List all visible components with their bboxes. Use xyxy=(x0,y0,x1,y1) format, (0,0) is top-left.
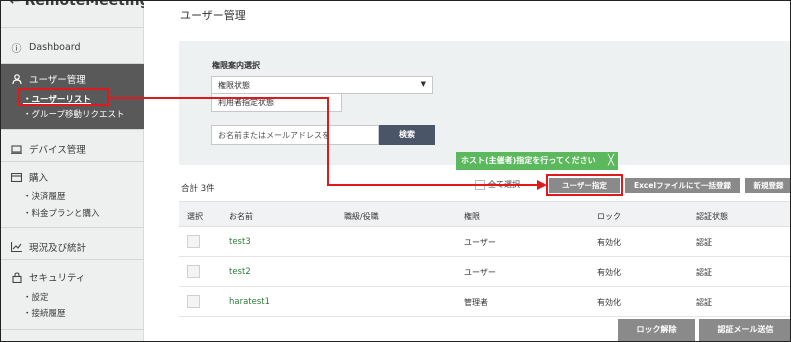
search-input[interactable]: お名前またはメールアドレスを xyxy=(211,125,379,145)
tooltip-text: ホスト(主催者)指定を行ってください xyxy=(461,156,596,165)
total-count: 合計 3件 xyxy=(181,184,215,194)
sidebar-subitem-connection-history[interactable]: ・接続履歴 xyxy=(23,307,66,319)
user-name-link[interactable]: test3 xyxy=(229,237,251,247)
user-auth-status: 認証 xyxy=(696,238,712,247)
highlight-box-user-assign xyxy=(546,174,623,196)
screenshot-frame: ↩ RemoteMeeting ⓘ Dashboard ユーザー管理 ・ユーザーリ… xyxy=(0,0,791,342)
caret-down-icon: ▼ xyxy=(420,80,426,88)
arrowhead-icon xyxy=(537,180,547,190)
excel-bulk-register-button[interactable]: Excelファイルにて一括登録 xyxy=(625,178,740,193)
highlight-box-user-list xyxy=(18,88,109,106)
sidebar-divider xyxy=(1,259,144,260)
sidebar-item-dashboard[interactable]: ⓘ Dashboard xyxy=(11,42,81,55)
table-row[interactable]: haratest1 管理者 有効化 認証 xyxy=(179,287,790,317)
sidebar-item-device-management[interactable]: デバイス管理 xyxy=(11,142,86,156)
send-auth-mail-button[interactable]: 認証メール送信 xyxy=(699,319,790,341)
user-name-link[interactable]: test2 xyxy=(229,267,251,277)
row-checkbox[interactable] xyxy=(187,265,200,278)
sidebar: ↩ RemoteMeeting ⓘ Dashboard ユーザー管理 ・ユーザーリ… xyxy=(1,0,144,341)
user-lock-status: 有効化 xyxy=(597,268,621,277)
sidebar-divider xyxy=(1,129,144,130)
sidebar-item-label: Dashboard xyxy=(29,42,81,53)
table-row[interactable]: test2 ユーザー 有効化 認証 xyxy=(179,257,790,287)
sidebar-subitem-payment-history[interactable]: ・決済履歴 xyxy=(23,190,66,202)
sidebar-item-label: セキュリティ xyxy=(29,273,86,284)
column-header-auth-status: 認証状態 xyxy=(696,212,728,221)
connector-line xyxy=(327,97,329,185)
logo-arrow-icon: ↩ xyxy=(9,0,22,9)
close-icon[interactable]: ╳ xyxy=(608,152,614,170)
table-header: 選択 お名前 職級/役職 権限 ロック 認証状態 xyxy=(179,201,790,227)
device-icon xyxy=(11,144,22,155)
user-name-link[interactable]: haratest1 xyxy=(229,297,270,307)
lock-icon xyxy=(11,271,22,283)
sidebar-divider xyxy=(1,27,144,28)
unlock-button[interactable]: ロック解除 xyxy=(618,319,695,341)
app-logo[interactable]: ↩ RemoteMeeting xyxy=(9,0,144,17)
role-status-select[interactable]: 権限状態 ▼ xyxy=(211,76,433,94)
user-lock-status: 有効化 xyxy=(597,298,621,307)
sidebar-item-purchase[interactable]: 購入 xyxy=(11,170,48,184)
column-header-select: 選択 xyxy=(187,212,203,221)
chart-icon xyxy=(11,242,22,253)
sidebar-divider xyxy=(1,161,144,162)
sidebar-divider xyxy=(1,329,144,330)
column-header-role: 権限 xyxy=(464,212,480,221)
table-row[interactable]: test3 ユーザー 有効化 認証 xyxy=(179,227,790,257)
connector-line xyxy=(109,97,329,99)
sidebar-item-label: ユーザー管理 xyxy=(29,75,86,86)
sidebar-item-statistics[interactable]: 現況及び統計 xyxy=(11,240,86,254)
user-auth-status: 認証 xyxy=(696,298,712,307)
user-lock-status: 有効化 xyxy=(597,238,621,247)
select-value: 権限状態 xyxy=(218,81,250,90)
logo-text: RemoteMeeting xyxy=(24,0,144,9)
connector-line xyxy=(327,184,538,186)
person-icon xyxy=(11,74,22,85)
sidebar-item-user-management[interactable]: ユーザー管理 xyxy=(11,72,86,86)
role-filter-label: 権限案内選択 xyxy=(212,61,260,70)
sidebar-item-security[interactable]: セキュリティ xyxy=(11,270,85,284)
card-icon xyxy=(11,172,22,183)
column-header-name: お名前 xyxy=(229,212,253,221)
column-header-position: 職級/役職 xyxy=(344,212,379,221)
host-assign-tooltip: ホスト(主催者)指定を行ってください ╳ xyxy=(456,152,618,170)
new-register-button[interactable]: 新規登録 xyxy=(745,178,790,193)
row-checkbox[interactable] xyxy=(187,295,200,308)
page-title: ユーザー管理 xyxy=(180,9,246,22)
sidebar-subitem-group-move-request[interactable]: ・グループ移動リクエスト xyxy=(23,108,125,120)
row-checkbox[interactable] xyxy=(187,235,200,248)
sidebar-item-label: 購入 xyxy=(29,173,49,184)
sidebar-subitem-plan-purchase[interactable]: ・料金プランと購入 xyxy=(23,207,100,219)
sidebar-item-label: デバイス管理 xyxy=(29,145,86,156)
sidebar-subitem-settings[interactable]: ・設定 xyxy=(23,291,49,303)
sidebar-item-label: 現況及び統計 xyxy=(29,243,87,254)
search-button[interactable]: 検索 xyxy=(379,125,435,145)
user-role: 管理者 xyxy=(464,298,488,307)
info-circle-icon: ⓘ xyxy=(11,44,22,55)
sidebar-divider xyxy=(1,227,144,228)
user-auth-status: 認証 xyxy=(696,268,712,277)
column-header-lock: ロック xyxy=(597,212,621,221)
user-role: ユーザー xyxy=(464,268,496,277)
user-role: ユーザー xyxy=(464,238,496,247)
